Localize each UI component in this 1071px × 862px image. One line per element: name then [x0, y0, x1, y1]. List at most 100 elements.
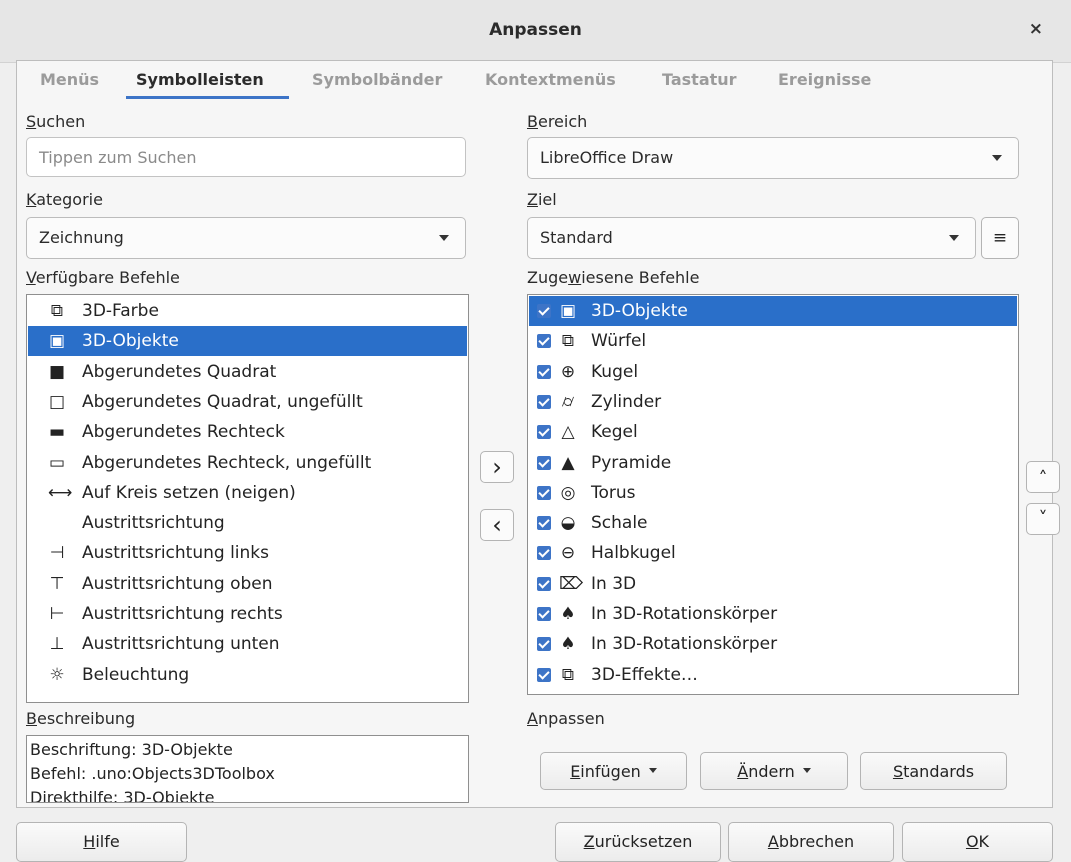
list-item-label: Beleuchtung — [82, 664, 190, 685]
list-item-label: In 3D-Rotationskörper — [591, 634, 778, 655]
defaults-button[interactable]: Standards — [860, 752, 1007, 790]
rotation-body-icon: ♠ — [560, 634, 576, 655]
title-bar: Anpassen × — [0, 0, 1071, 63]
reset-button[interactable]: Zurücksetzen — [555, 822, 721, 862]
list-item-label: Abgerundetes Quadrat, ungefüllt — [82, 391, 363, 412]
chevron-right-icon: › — [492, 453, 502, 481]
available-commands-list[interactable]: ⧉ 3D-Farbe ▣ 3D-Objekte ■ Abgerundetes Quadra… — [26, 294, 469, 703]
window-title: Anpassen — [489, 20, 582, 40]
list-item[interactable]: ⟷ Auf Kreis setzen (neigen) — [28, 478, 467, 508]
light-icon: ☼ — [49, 664, 65, 685]
checkbox[interactable] — [537, 394, 551, 409]
checkbox[interactable] — [537, 576, 551, 591]
cylinder-icon: ⌭ — [561, 391, 575, 412]
chevron-down-icon: ˅ — [1038, 508, 1048, 529]
hamburger-menu-icon: ≡ — [992, 228, 1008, 248]
list-item[interactable]: ♠ In 3D-Rotationskörper — [529, 599, 1017, 629]
cube-icon: ▣ — [559, 301, 577, 321]
checkbox[interactable] — [537, 637, 551, 652]
checkbox[interactable] — [537, 546, 551, 561]
list-item-label: Würfel — [591, 331, 647, 352]
list-item[interactable]: ⧉ Würfel — [529, 326, 1017, 356]
checkbox[interactable] — [537, 334, 551, 349]
checkbox[interactable] — [537, 425, 551, 440]
list-item[interactable]: ⊖ Halbkugel — [529, 538, 1017, 568]
checkbox[interactable] — [537, 364, 551, 379]
move-up-button[interactable]: ˄ — [1026, 461, 1060, 493]
list-item[interactable]: ⊥ Austrittsrichtung unten — [28, 629, 467, 659]
list-item-label: 3D-Effekte… — [591, 664, 698, 685]
list-item[interactable]: ⊣ Austrittsrichtung links — [28, 538, 467, 568]
cancel-button[interactable]: Abbrechen — [728, 822, 894, 862]
list-item[interactable]: ■ Abgerundetes Quadrat — [28, 357, 467, 387]
list-item[interactable]: □ Abgerundetes Quadrat, ungefüllt — [28, 387, 467, 417]
checkbox[interactable] — [537, 607, 551, 621]
list-item[interactable]: ⧉ 3D-Farbe — [28, 296, 467, 326]
list-item[interactable]: ⧉ 3D-Effekte… — [529, 660, 1017, 690]
sphere-icon: ⊕ — [560, 361, 576, 382]
list-item[interactable]: ▣ 3D-Objekte — [28, 326, 467, 357]
checkbox[interactable] — [537, 455, 551, 470]
list-item-label: Torus — [591, 482, 636, 503]
cube-icon: ⧉ — [561, 331, 575, 352]
search-input[interactable]: Tippen zum Suchen — [26, 137, 466, 177]
scope-select[interactable]: LibreOffice Draw — [527, 137, 1019, 179]
checkbox[interactable] — [537, 304, 551, 318]
list-item[interactable]: ◎ Torus — [529, 478, 1017, 508]
pyramid-icon: ▲ — [561, 452, 575, 473]
list-item[interactable]: ⌭ Zylinder — [529, 387, 1017, 417]
available-commands-label: Verfügbare Befehle — [26, 268, 180, 287]
list-item[interactable]: ◒ Schale — [529, 508, 1017, 538]
list-item[interactable]: △ Kegel — [529, 417, 1017, 447]
tab-events[interactable]: Ereignisse — [778, 70, 871, 89]
search-label: Suchen — [26, 112, 86, 131]
list-item[interactable]: ⊕ Kugel — [529, 357, 1017, 387]
list-item[interactable]: ⌦ In 3D — [529, 569, 1017, 599]
category-select[interactable]: Zeichnung — [26, 217, 466, 259]
rotation-body-icon: ♠ — [560, 604, 576, 624]
rounded-rectangle-icon: ▭ — [48, 452, 66, 473]
list-item[interactable]: ▣ 3D-Objekte — [529, 296, 1017, 326]
list-item[interactable]: Austrittsrichtung — [28, 508, 467, 538]
list-item[interactable]: ♠ In 3D-Rotationskörper — [529, 629, 1017, 659]
move-down-button[interactable]: ˅ — [1026, 503, 1060, 535]
checkbox[interactable] — [537, 667, 551, 682]
tab-bar: Menüs Symbolleisten Symbolbänder Kontext… — [16, 60, 1053, 102]
checkbox[interactable] — [537, 516, 551, 531]
close-icon[interactable]: × — [1029, 19, 1043, 39]
description-line: Direkthilfe: 3D-Objekte — [30, 788, 215, 803]
list-item[interactable]: ▲ Pyramide — [529, 448, 1017, 478]
cube-outline-icon: ⧉ — [50, 301, 64, 321]
checkbox[interactable] — [537, 485, 551, 500]
list-item-label: Austrittsrichtung links — [82, 543, 269, 564]
search-placeholder: Tippen zum Suchen — [39, 148, 197, 167]
dropdown-arrow-icon — [648, 768, 657, 773]
target-label: Ziel — [527, 190, 557, 209]
customize-label: Anpassen — [527, 709, 605, 728]
tab-menus[interactable]: Menüs — [40, 70, 99, 89]
tab-context-menus[interactable]: Kontextmenüs — [485, 70, 616, 89]
list-item[interactable]: ☼ Beleuchtung — [28, 660, 467, 690]
remove-command-button[interactable]: ‹ — [480, 509, 514, 541]
exit-right-icon: ⊢ — [49, 604, 65, 624]
list-item[interactable]: ⊢ Austrittsrichtung rechts — [28, 599, 467, 629]
list-item[interactable]: ▬ Abgerundetes Rechteck — [28, 417, 467, 447]
list-item[interactable]: ▭ Abgerundetes Rechteck, ungefüllt — [28, 448, 467, 478]
tab-toolbars[interactable]: Symbolleisten — [136, 70, 264, 89]
target-menu-button[interactable]: ≡ — [981, 217, 1019, 259]
assigned-commands-list[interactable]: ▣ 3D-Objekte ⧉ Würfel ⊕ Kugel ⌭ Zylinder △ Kegel ▲… — [527, 294, 1019, 695]
tab-keyboard[interactable]: Tastatur — [662, 70, 737, 89]
ok-button[interactable]: OK — [902, 822, 1053, 862]
list-item-label: Abgerundetes Rechteck — [82, 422, 285, 443]
list-item-label: Pyramide — [591, 452, 672, 473]
modify-button[interactable]: Ändern — [700, 752, 848, 790]
target-select[interactable]: Standard — [527, 217, 976, 259]
dropdown-arrow-icon — [802, 768, 811, 773]
insert-button[interactable]: Einfügen — [540, 752, 687, 790]
description-line: Befehl: .uno:Objects3DToolbox — [30, 764, 275, 783]
add-command-button[interactable]: › — [480, 451, 514, 483]
exit-top-icon: ⊤ — [49, 573, 65, 594]
tab-notebookbars[interactable]: Symbolbänder — [312, 70, 442, 89]
list-item[interactable]: ⊤ Austrittsrichtung oben — [28, 569, 467, 599]
help-button[interactable]: Hilfe — [16, 822, 187, 862]
